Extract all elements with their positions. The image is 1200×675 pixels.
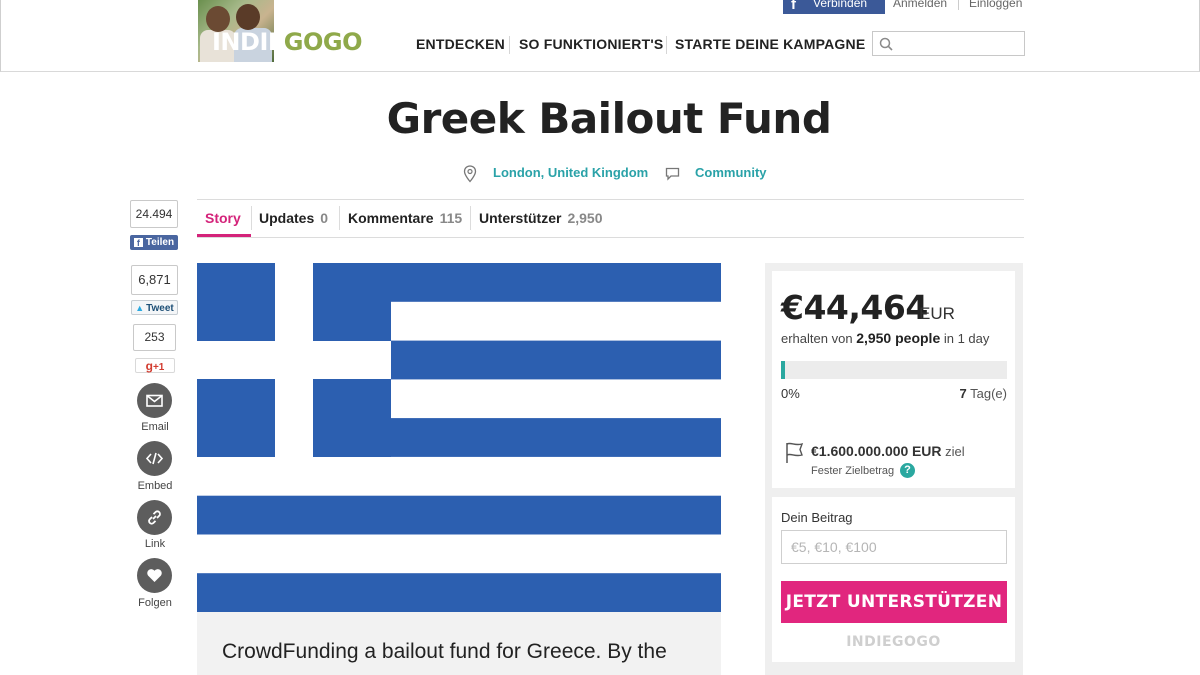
raised-suffix: in 1 day [943,331,990,346]
goal-flag-icon [786,442,804,463]
embed-label: Embed [137,480,173,492]
twitter-bird-icon: ▲ [135,303,145,313]
embed-button[interactable] [137,441,172,476]
category-tag-icon [665,167,680,181]
facebook-connect-label: Verbinden [813,0,868,10]
divider [958,0,959,10]
raised-summary: erhalten von 2,950 people in 1 day [781,330,989,346]
days-left-number: 7 [959,386,967,401]
raised-prefix: erhalten von [781,331,853,346]
location-pin-icon [463,165,477,183]
story-intro: CrowdFunding a bailout fund for Greece. … [222,640,667,663]
funding-progress-bar [781,361,1007,379]
search-input[interactable] [872,31,1025,56]
progress-fill [781,361,786,379]
divider [470,206,471,230]
tab-story[interactable]: Story [205,210,241,226]
tab-comments[interactable]: Kommentare 115 [348,210,462,226]
facebook-share-label: Teilen [145,237,175,248]
code-icon [145,452,164,465]
gplus-button[interactable]: g+1 [135,358,175,373]
fixed-goal-label: Fester Zielbetrag [811,465,895,477]
site-header: INDIEGOGO f Verbinden Anmelden Einloggen… [0,0,1200,72]
funding-goal: €1.600.000.000 EUR ziel [811,443,965,459]
divider [339,206,340,230]
envelope-icon [146,394,163,407]
signin-link[interactable]: Anmelden [893,0,947,10]
divider [197,237,1024,238]
email-share-button[interactable] [137,383,172,418]
goal-currency: EUR [911,443,942,459]
contribution-amount-input[interactable] [781,530,1007,564]
tab-count: 115 [439,210,463,226]
active-tab-indicator [197,234,251,237]
link-icon [148,510,161,525]
search-icon [879,37,893,51]
tab-updates[interactable]: Updates 0 [259,210,328,226]
campaign-title: Greek Bailout Fund [386,94,832,143]
facebook-share-count: 24.494 [130,200,178,228]
campaign-category-link[interactable]: Community [695,165,767,180]
indiegogo-footer-logo: INDIEGOGO [846,634,941,650]
tab-backers[interactable]: Unterstützer 2,950 [479,210,603,226]
twitter-share-count: 6,871 [131,265,178,295]
tweet-button[interactable]: ▲ Tweet [131,300,178,315]
gplus-label: +1 [152,362,165,373]
nav-start-campaign[interactable]: STARTE DEINE KAMPAGNE [675,36,865,52]
percent-funded: 0% [781,386,800,401]
days-left-unit: Tag(e) [970,386,1007,401]
heart-icon [147,569,162,582]
login-link[interactable]: Einloggen [969,0,1022,10]
amount-raised: €44,464 [781,288,928,327]
tab-count: 0 [320,210,329,226]
divider [251,206,252,230]
goal-amount: €1.600.000.000 [811,443,909,459]
indiegogo-logo[interactable]: INDIEGOGO [198,0,362,62]
amount-currency: EUR [919,304,955,323]
gplus-share-count: 253 [133,324,176,351]
tab-label: Updates [259,210,315,226]
divider [197,199,1024,200]
link-label: Link [144,538,166,550]
divider [509,36,510,54]
logo-text-gogo: GOGO [283,28,363,56]
divider [666,36,667,54]
gplus-icon: g [145,359,153,373]
help-icon[interactable]: ? [900,463,915,478]
campaign-location-link[interactable]: London, United Kingdom [493,165,648,180]
tweet-label: Tweet [146,303,174,314]
nav-discover[interactable]: ENTDECKEN [416,36,505,52]
goal-suffix: ziel [945,444,965,459]
contribution-label: Dein Beitrag [781,510,853,525]
follow-button[interactable] [137,558,172,593]
logo-text-indie: INDIE [212,28,284,56]
facebook-share-button[interactable]: f Teilen [130,235,178,250]
tab-label: Kommentare [348,210,434,226]
nav-how-it-works[interactable]: SO FUNKTIONIERT'S [519,36,663,52]
days-left: 7 Tag(e) [960,386,1007,401]
campaign-image-greek-flag [197,263,721,612]
email-label: Email [141,421,169,433]
follow-label: Folgen [138,597,172,609]
facebook-icon: f [133,238,143,248]
back-it-button[interactable]: JETZT UNTERSTÜTZEN [781,581,1007,623]
facebook-icon: f [791,0,796,13]
link-button[interactable] [137,500,172,535]
facebook-connect-button[interactable]: f Verbinden [783,0,885,14]
tab-label: Unterstützer [479,210,562,226]
tab-count: 2,950 [567,210,603,226]
backer-count: 2,950 people [856,330,941,346]
